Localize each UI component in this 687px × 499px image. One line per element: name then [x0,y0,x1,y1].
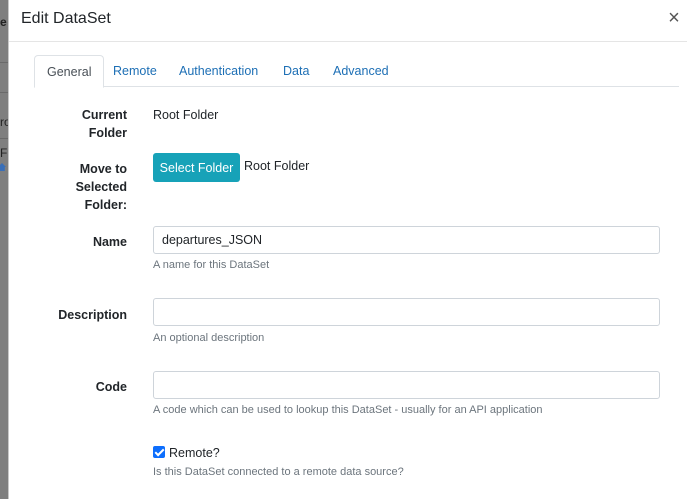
dialog-title: Edit DataSet [21,10,111,27]
current-folder-label: Current Folder [81,108,127,140]
select-folder-button[interactable]: Select Folder [153,153,240,182]
tab-advanced[interactable]: Advanced [321,55,401,87]
background-divider [0,138,8,139]
dialog-header: Edit DataSet × [9,0,687,42]
name-help: A name for this DataSet [153,259,270,271]
close-icon[interactable]: × [666,8,682,28]
code-input[interactable] [153,371,660,399]
edit-dataset-dialog: Edit DataSet × General Remote Authentica… [8,0,687,499]
code-label: Code [95,380,127,394]
background-page: e ro F [0,0,8,499]
name-input[interactable] [153,226,660,254]
tab-authentication[interactable]: Authentication [167,55,270,87]
background-text-fragment: ro [0,115,8,129]
current-folder-value: Root Folder [153,108,219,122]
remote-checkbox[interactable] [153,446,165,458]
tab-data[interactable]: Data [271,55,321,87]
name-label: Name [92,235,127,249]
background-divider [0,62,8,63]
selected-folder-value: Root Folder [244,159,310,173]
background-text-fragment: F [0,146,8,160]
move-folder-label: Move to Selected Folder: [75,162,127,212]
background-divider [0,92,8,93]
description-input[interactable] [153,298,660,326]
code-help: A code which can be used to lookup this … [153,404,543,416]
tab-bar: General Remote Authentication Data Advan… [34,55,679,88]
remote-label[interactable]: Remote? [169,444,220,462]
remote-help: Is this DataSet connected to a remote da… [153,466,404,478]
description-help: An optional description [153,332,265,344]
home-icon [0,163,6,171]
background-text-fragment: e [0,15,7,29]
tab-remote[interactable]: Remote [101,55,169,87]
tab-general[interactable]: General [34,55,105,88]
description-label: Description [58,308,127,322]
